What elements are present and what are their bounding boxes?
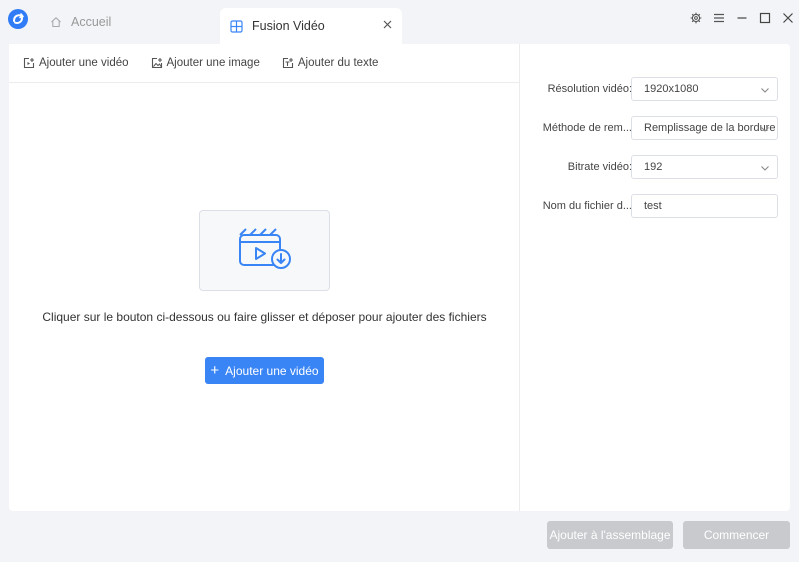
media-panel: Ajouter une vidéo Ajouter une image Ajou…: [9, 44, 520, 511]
title-bar: Accueil Fusion Vidéo: [0, 0, 799, 44]
add-video-tool-button[interactable]: Ajouter une vidéo: [23, 57, 129, 69]
filename-label: Nom du fichier d...: [542, 200, 632, 212]
tab-video-merge[interactable]: Fusion Vidéo: [220, 8, 402, 44]
app-window: Accueil Fusion Vidéo Ajouter une vidéo A…: [0, 0, 799, 562]
window-controls: [684, 8, 799, 28]
bitrate-label: Bitrate vidéo:: [567, 161, 632, 173]
add-video-tool-label: Ajouter une vidéo: [39, 57, 129, 69]
add-video-icon: [23, 57, 35, 69]
settings-panel: Résolution vidéo: 1920x1080 Méthode de r…: [521, 44, 790, 511]
add-image-tool-label: Ajouter une image: [166, 57, 260, 69]
main-panel: Ajouter une vidéo Ajouter une image Ajou…: [9, 44, 790, 511]
resolution-label: Résolution vidéo:: [547, 83, 632, 95]
tab-video-merge-label: Fusion Vidéo: [252, 19, 325, 33]
fill-method-select[interactable]: Remplissage de la bordure: [631, 116, 778, 140]
chevron-down-icon: [760, 163, 770, 173]
add-text-tool-label: Ajouter du texte: [297, 57, 379, 69]
maximize-icon[interactable]: [753, 8, 776, 28]
merge-icon: [230, 19, 243, 33]
filename-value: test: [644, 200, 662, 212]
video-drop-zone[interactable]: [199, 210, 330, 291]
media-toolbar: Ajouter une vidéo Ajouter une image Ajou…: [9, 44, 520, 83]
plus-icon: +: [210, 362, 220, 379]
setting-bitrate: Bitrate vidéo: 192: [521, 155, 790, 179]
settings-gear-icon[interactable]: [684, 8, 707, 28]
setting-resolution: Résolution vidéo: 1920x1080: [521, 77, 790, 101]
bitrate-value: 192: [644, 161, 663, 173]
add-text-tool-button[interactable]: Ajouter du texte: [282, 57, 379, 69]
resolution-select[interactable]: 1920x1080: [631, 77, 778, 101]
tab-home[interactable]: Accueil: [40, 8, 210, 36]
fill-method-value: Remplissage de la bordure: [644, 122, 776, 134]
chevron-down-icon: [760, 85, 770, 95]
setting-fill-method: Méthode de rem... Remplissage de la bord…: [521, 116, 790, 140]
filename-input[interactable]: test: [631, 194, 778, 218]
close-window-icon[interactable]: [776, 8, 799, 28]
chevron-down-icon: [760, 124, 770, 134]
app-logo-icon: [8, 9, 28, 29]
setting-filename: Nom du fichier d... test: [521, 194, 790, 218]
resolution-value: 1920x1080: [644, 83, 699, 95]
add-to-merge-button[interactable]: Ajouter à l'assemblage: [547, 521, 673, 549]
add-video-button-label: Ajouter une vidéo: [225, 363, 319, 378]
close-tab-icon[interactable]: [380, 17, 394, 31]
fill-method-label: Méthode de rem...: [542, 122, 632, 134]
add-video-button[interactable]: + Ajouter une vidéo: [205, 357, 324, 384]
home-icon: [50, 16, 62, 28]
drop-hint-text: Cliquer sur le bouton ci-dessous ou fair…: [42, 310, 487, 324]
minimize-icon[interactable]: [730, 8, 753, 28]
tab-home-label: Accueil: [71, 15, 112, 29]
video-import-icon: [237, 227, 293, 274]
add-image-tool-button[interactable]: Ajouter une image: [151, 57, 260, 69]
menu-icon[interactable]: [707, 8, 730, 28]
add-text-icon: [282, 57, 294, 69]
add-image-icon: [151, 57, 163, 69]
start-button[interactable]: Commencer: [683, 521, 790, 549]
bitrate-select[interactable]: 192: [631, 155, 778, 179]
